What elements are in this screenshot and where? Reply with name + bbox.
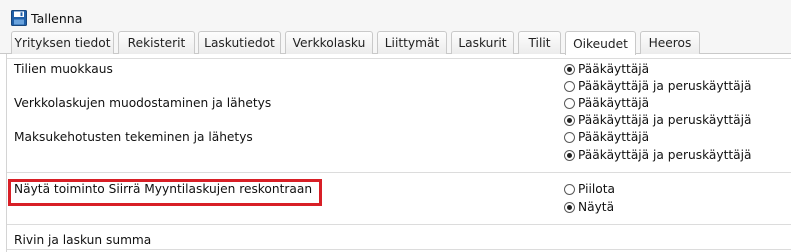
setting-label-verkkolaskut: Verkkolaskujen muodostaminen ja lähetys [14, 96, 272, 110]
radio-selected-icon [564, 201, 575, 213]
radio-label: Pääkäyttäjä ja peruskäyttäjä [578, 79, 752, 93]
radio-verkkolaskut-paa-ja-perus[interactable]: Pääkäyttäjä ja peruskäyttäjä [564, 112, 751, 128]
divider [7, 249, 791, 250]
divider [7, 224, 791, 225]
tab-label: Rekisterit [127, 36, 186, 50]
save-button[interactable]: Tallenna [11, 8, 82, 28]
tab-verkkolasku[interactable]: Verkkolasku [285, 31, 373, 54]
radio-unselected-icon [564, 131, 575, 143]
radio-reskontra-piilota[interactable]: Piilota [564, 181, 615, 197]
divider [7, 172, 791, 173]
radio-label: Pääkäyttäjä ja peruskäyttäjä [578, 148, 752, 162]
tab-label: Oikeudet [573, 36, 628, 51]
tab-label: Tilit [528, 36, 551, 50]
radio-label: Piilota [578, 182, 615, 196]
radio-tilien-muokkaus-paakayttaja[interactable]: Pääkäyttäjä [564, 61, 649, 77]
tab-liittymat[interactable]: Liittymät [377, 31, 447, 54]
radio-label: Pääkäyttäjä ja peruskäyttäjä [578, 113, 752, 127]
radio-unselected-icon [564, 97, 575, 109]
radio-selected-icon [564, 149, 575, 161]
radio-label: Pääkäyttäjä [578, 96, 650, 110]
radio-tilien-muokkaus-paa-ja-perus[interactable]: Pääkäyttäjä ja peruskäyttäjä [564, 78, 751, 94]
permissions-panel: Tilien muokkaus Pääkäyttäjä Pääkäyttäjä … [6, 54, 791, 252]
radio-label: Pääkäyttäjä [578, 62, 650, 76]
tab-label: Heeros [648, 36, 692, 50]
highlight-box [8, 179, 322, 206]
tab-label: Laskutiedot [204, 36, 275, 50]
tab-laskutiedot[interactable]: Laskutiedot [198, 31, 281, 54]
tab-label: Yrityksen tiedot [14, 36, 111, 50]
radio-selected-icon [564, 114, 575, 126]
save-disk-icon [11, 10, 27, 26]
tab-laskurit[interactable]: Laskurit [451, 31, 514, 54]
setting-label-rivin-ja-laskun-summa: Rivin ja laskun summa [14, 233, 152, 247]
tab-bar: Yrityksen tiedot Rekisterit Laskutiedot … [0, 28, 791, 55]
tab-rekisterit[interactable]: Rekisterit [118, 31, 195, 54]
radio-unselected-icon [564, 80, 575, 92]
save-button-label: Tallenna [31, 10, 83, 26]
tab-heeros[interactable]: Heeros [640, 31, 700, 54]
radio-label: Näytä [578, 200, 615, 214]
divider [7, 58, 791, 59]
settings-window: Tallenna Yrityksen tiedot Rekisterit Las… [0, 0, 791, 252]
tab-label: Verkkolasku [292, 36, 366, 50]
radio-unselected-icon [564, 183, 575, 195]
radio-maksukehotukset-paa-ja-perus[interactable]: Pääkäyttäjä ja peruskäyttäjä [564, 147, 751, 163]
tab-yrityksen-tiedot[interactable]: Yrityksen tiedot [11, 31, 114, 54]
radio-reskontra-nayta[interactable]: Näytä [564, 199, 614, 215]
tab-tilit[interactable]: Tilit [518, 31, 561, 54]
tab-label: Laskurit [458, 36, 507, 50]
setting-label-tilien-muokkaus: Tilien muokkaus [14, 62, 113, 76]
radio-verkkolaskut-paakayttaja[interactable]: Pääkäyttäjä [564, 95, 649, 111]
radio-selected-icon [564, 63, 575, 75]
setting-label-maksukehotukset: Maksukehotusten tekeminen ja lähetys [14, 130, 253, 144]
radio-maksukehotukset-paakayttaja[interactable]: Pääkäyttäjä [564, 129, 649, 145]
tab-oikeudet[interactable]: Oikeudet [565, 31, 636, 55]
radio-label: Pääkäyttäjä [578, 130, 650, 144]
tab-label: Liittymät [384, 36, 440, 50]
toolbar: Tallenna [0, 0, 791, 28]
